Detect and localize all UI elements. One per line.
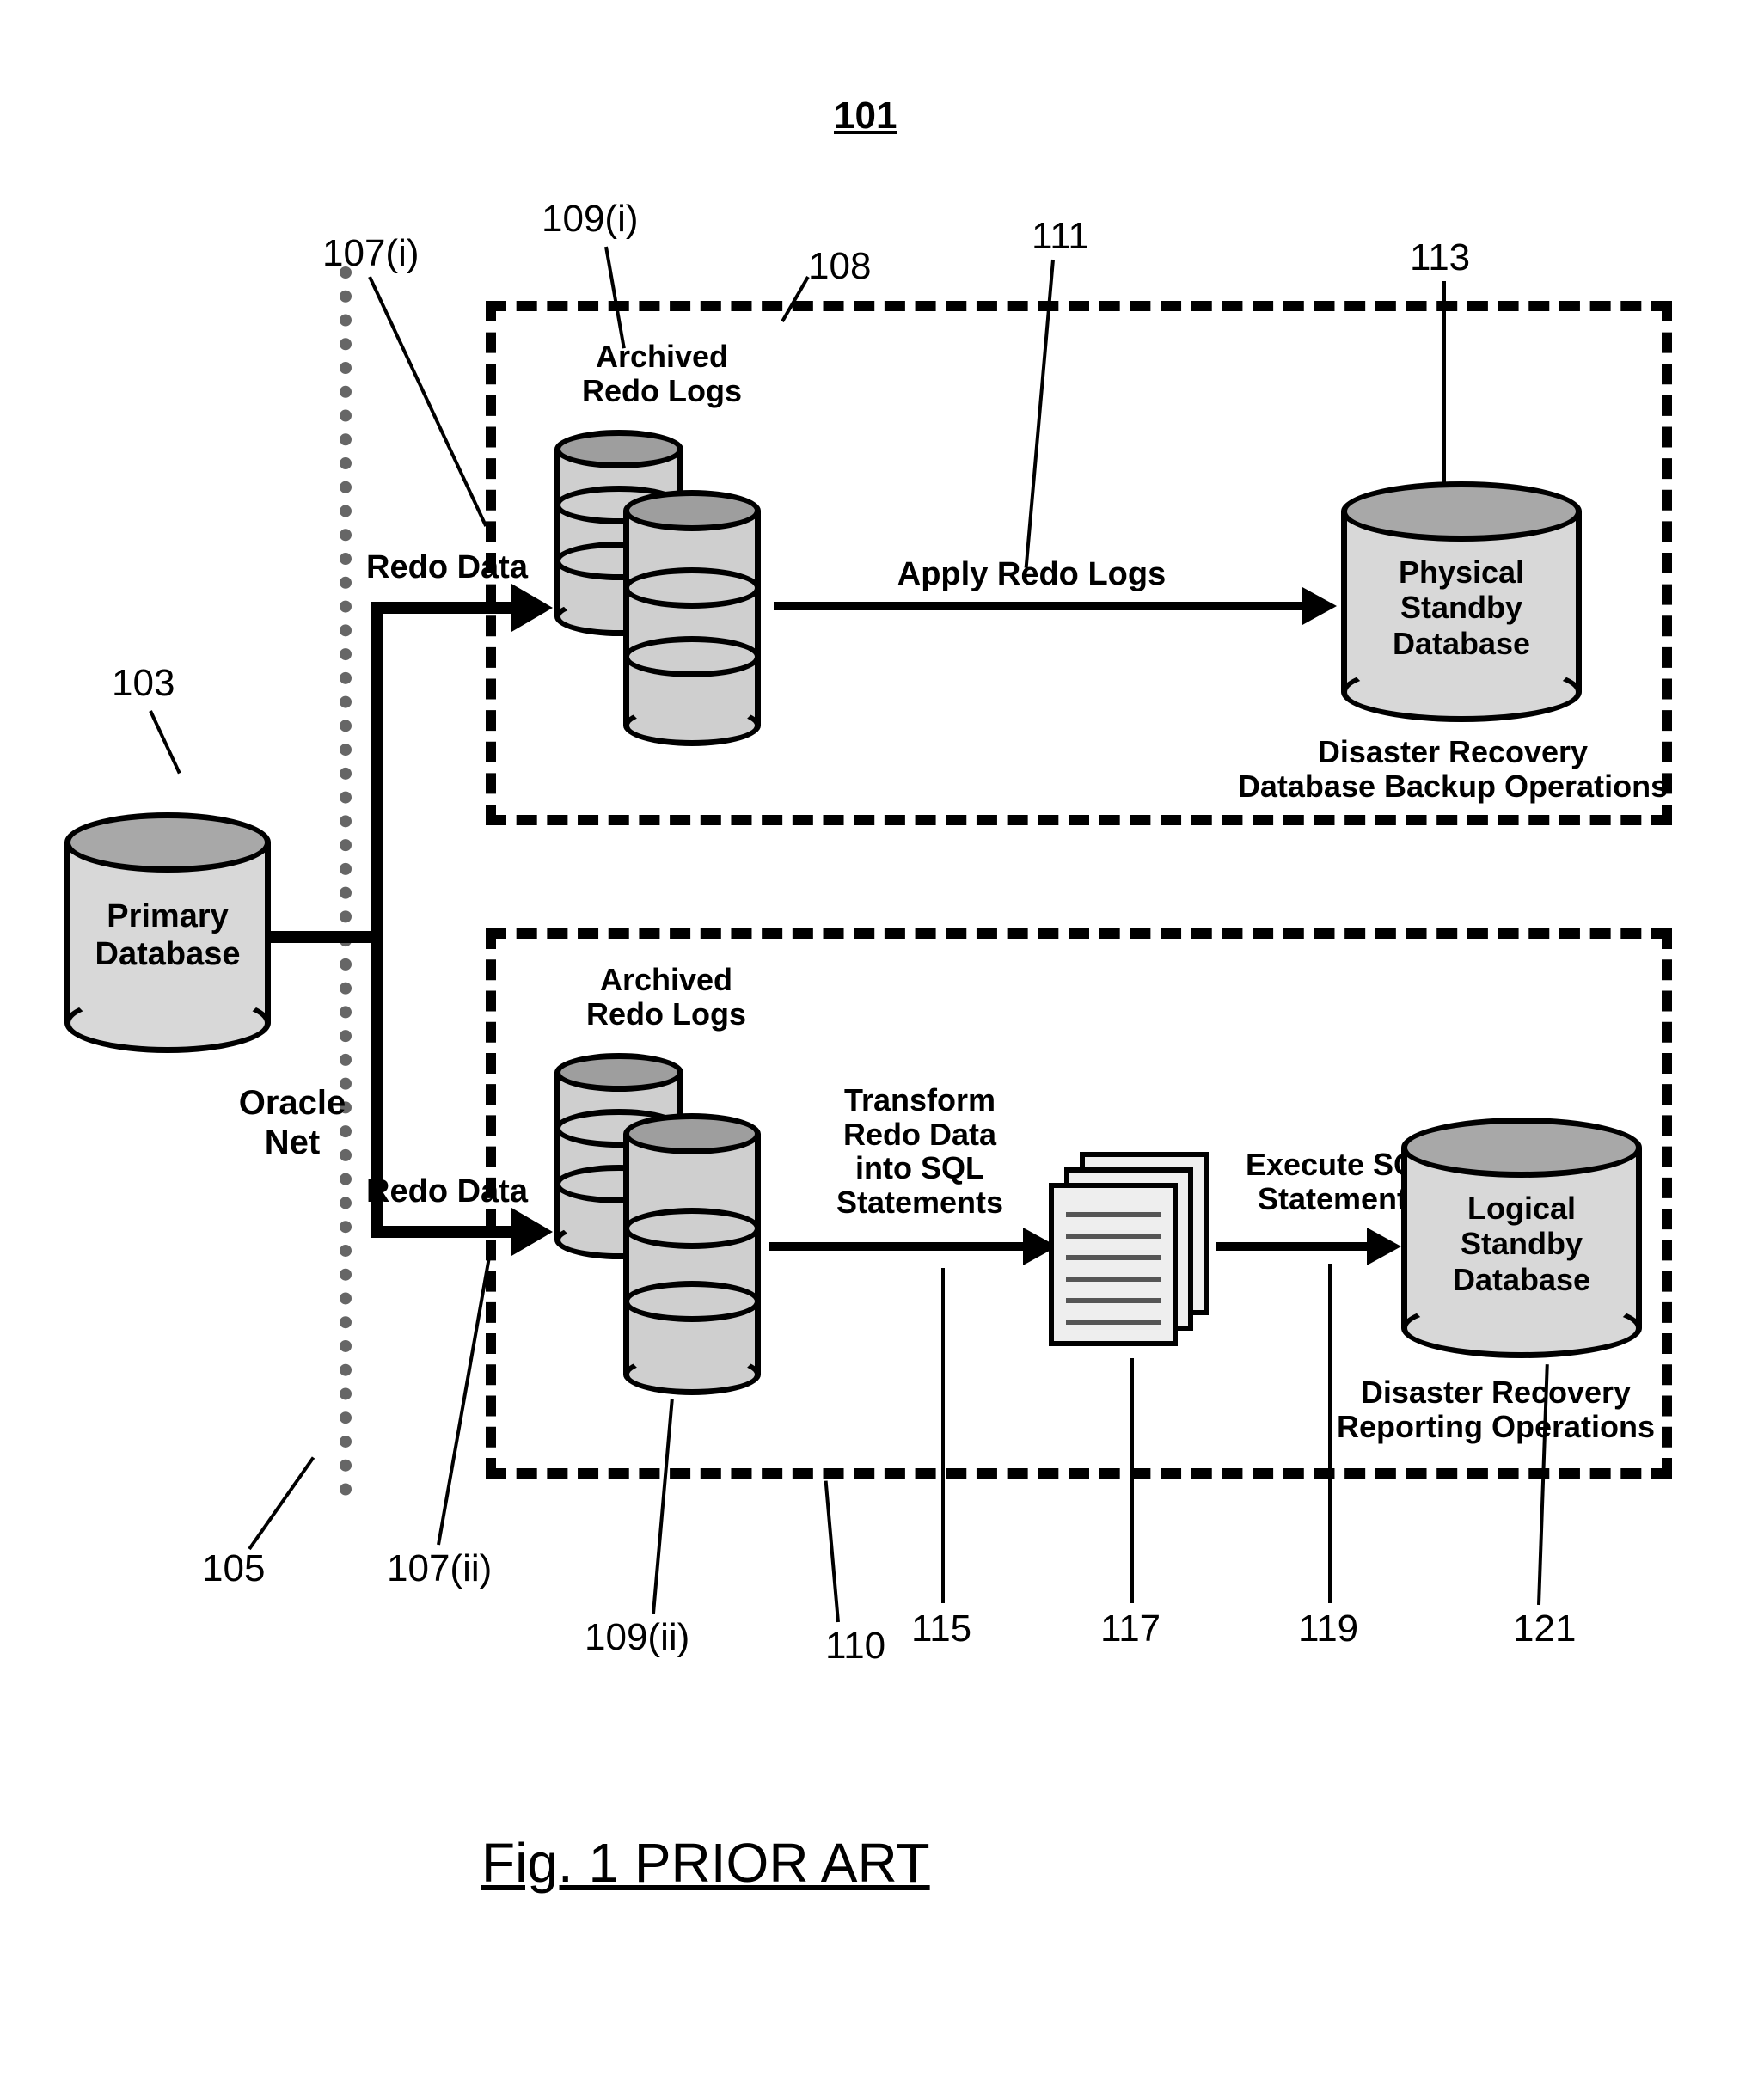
archived-logs-top-front-icon bbox=[623, 490, 761, 748]
ref-111: 111 bbox=[1032, 215, 1089, 258]
apply-redo-arrowhead bbox=[1302, 587, 1337, 625]
logical-standby-db-icon: LogicalStandbyDatabase bbox=[1401, 1118, 1642, 1358]
logical-standby-db-label: LogicalStandbyDatabase bbox=[1401, 1191, 1642, 1297]
vertical-split-line bbox=[371, 602, 383, 1238]
sql-documents-icon bbox=[1049, 1152, 1221, 1350]
top-branch-arrowhead bbox=[511, 584, 553, 632]
top-branch-line bbox=[371, 602, 517, 614]
physical-standby-db-label: PhysicalStandbyDatabase bbox=[1341, 554, 1582, 661]
ref-110: 110 bbox=[825, 1625, 885, 1668]
archived-top-label: Archived Redo Logs bbox=[567, 340, 756, 407]
ref-113-line bbox=[1442, 281, 1446, 487]
ref-107ii-line bbox=[437, 1248, 493, 1545]
transform-label: Transform Redo Data into SQL Statements bbox=[808, 1083, 1032, 1219]
ref-107i-line bbox=[368, 276, 487, 527]
archived-logs-bottom-front-icon bbox=[623, 1113, 761, 1397]
ref-115: 115 bbox=[911, 1607, 971, 1650]
ref-105: 105 bbox=[202, 1547, 265, 1590]
ref-103-line bbox=[149, 710, 181, 774]
ref-107ii: 107(ii) bbox=[387, 1547, 492, 1590]
redo-data-bottom-label: Redo Data bbox=[361, 1174, 533, 1210]
logical-caption: Disaster Recovery Reporting Operations bbox=[1307, 1375, 1685, 1443]
bottom-branch-arrowhead bbox=[511, 1208, 553, 1256]
apply-redo-arrow-line bbox=[774, 602, 1307, 610]
transform-arrow-line bbox=[769, 1242, 1027, 1251]
ref-113: 113 bbox=[1410, 236, 1470, 279]
ref-117: 117 bbox=[1100, 1607, 1161, 1650]
ref-117-line bbox=[1130, 1358, 1134, 1603]
figure-caption: Fig. 1 PRIOR ART bbox=[481, 1831, 930, 1895]
ref-103: 103 bbox=[112, 662, 175, 705]
execute-sql-arrow-line bbox=[1216, 1242, 1371, 1251]
ref-109ii: 109(ii) bbox=[585, 1616, 689, 1659]
ref-121: 121 bbox=[1513, 1607, 1576, 1650]
primary-database-icon: PrimaryDatabase bbox=[64, 812, 271, 1053]
ref-108: 108 bbox=[808, 245, 871, 288]
ref-107i: 107(i) bbox=[322, 232, 420, 275]
physical-standby-db-icon: PhysicalStandbyDatabase bbox=[1341, 481, 1582, 722]
apply-redo-label: Apply Redo Logs bbox=[877, 557, 1186, 593]
ref-109i: 109(i) bbox=[542, 198, 639, 241]
archived-bottom-label: Archived Redo Logs bbox=[572, 963, 761, 1031]
oracle-net-line bbox=[340, 266, 352, 1496]
redo-data-top-label: Redo Data bbox=[361, 550, 533, 586]
physical-caption: Disaster Recovery Database Backup Operat… bbox=[1229, 735, 1676, 803]
primary-out-line bbox=[271, 931, 383, 943]
ref-115-line bbox=[941, 1268, 945, 1603]
figure-number: 101 bbox=[834, 95, 897, 138]
bottom-branch-line bbox=[371, 1226, 517, 1238]
execute-sql-arrowhead bbox=[1367, 1228, 1401, 1265]
ref-119-line bbox=[1328, 1264, 1332, 1603]
ref-110-line bbox=[824, 1480, 840, 1622]
ref-105-line bbox=[248, 1456, 315, 1550]
ref-119: 119 bbox=[1298, 1607, 1358, 1650]
primary-database-label: PrimaryDatabase bbox=[64, 898, 271, 973]
oracle-net-label: Oracle Net bbox=[224, 1083, 361, 1162]
